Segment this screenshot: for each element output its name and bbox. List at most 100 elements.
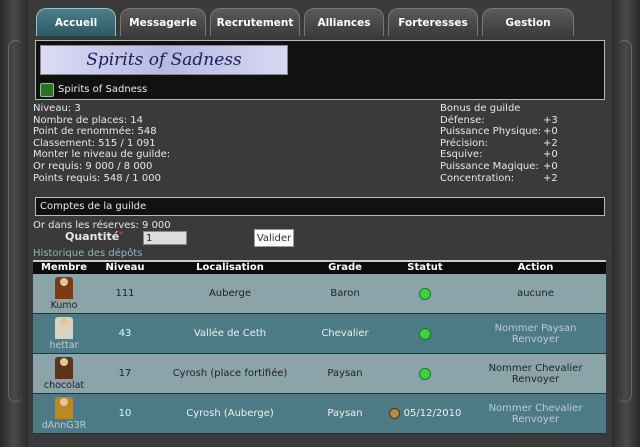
bonus-label: Esquive:: [440, 149, 483, 161]
bonus-row: Puissance Physique: +0: [440, 126, 560, 138]
bonus-value: +0: [543, 126, 558, 138]
member-name[interactable]: chocolat: [44, 380, 84, 391]
stat-points-required: Points requis: 548 / 1 000: [33, 172, 161, 184]
status-cell: [385, 314, 465, 353]
member-grade: Paysan: [327, 408, 363, 419]
bonus-value: +2: [543, 172, 558, 184]
col-member: Membre: [40, 262, 88, 273]
bonus-row: Puissance Magique: +0: [440, 161, 560, 173]
guild-bonus: Bonus de guilde Défense: +3 Puissance Phy…: [440, 103, 560, 184]
member-level: 10: [118, 408, 132, 419]
table-header: Membre Niveau Localisation Grade Statut …: [33, 260, 606, 274]
member-grade: Paysan: [327, 368, 363, 379]
member-location: Auberge: [208, 288, 252, 299]
promote-link[interactable]: Nommer Chevalier: [489, 403, 583, 414]
avatar[interactable]: [55, 276, 73, 299]
action-cell: Nommer Chevalier Renvoyer: [465, 394, 606, 433]
bonus-row: Esquive: +0: [440, 149, 560, 161]
guild-banner: Spirits of Sadness: [40, 45, 288, 75]
action-cell: Nommer Paysan Renvoyer: [465, 314, 606, 353]
action-cell: Nommer Chevalier Renvoyer: [465, 354, 606, 393]
member-grade: Baron: [330, 288, 360, 299]
action-cell: aucune: [465, 274, 606, 313]
col-status: Statut: [407, 262, 443, 273]
bonus-value: +3: [543, 114, 558, 126]
member-location: Cyrosh (place fortifiée): [172, 368, 288, 379]
bonus-row: Précision: +2: [440, 138, 560, 150]
stat-renown: Point de renommée: 548: [33, 126, 157, 138]
member-cell: chocolat: [33, 354, 95, 393]
required-mark: *: [119, 230, 124, 239]
stat-places: Nombre de places: 14: [33, 114, 143, 126]
guild-emblem-icon: [40, 83, 54, 97]
status-cell: [385, 354, 465, 393]
tab-forteresses[interactable]: Forteresses: [388, 8, 478, 36]
last-seen-date: 05/12/2010: [403, 408, 462, 419]
guild-name: Spirits of Sadness: [58, 84, 148, 95]
online-status-icon: [419, 327, 431, 340]
member-level: 111: [115, 288, 135, 299]
guild-stats: Niveau: 3 Nombre de places: 14 Point de …: [33, 103, 170, 184]
tab-accueil[interactable]: Accueil: [36, 8, 116, 36]
promote-link[interactable]: Nommer Paysan: [495, 323, 577, 334]
avatar[interactable]: [55, 316, 73, 339]
online-status-icon: [419, 287, 431, 300]
online-status-icon: [419, 367, 431, 380]
member-level: 17: [118, 368, 132, 379]
member-cell: Kumo: [33, 274, 95, 313]
action-none: aucune: [517, 288, 554, 299]
tab-gestion[interactable]: Gestion: [482, 8, 574, 36]
tab-recrutement[interactable]: Recrutement: [210, 8, 300, 36]
bonus-label: Puissance Physique:: [440, 126, 542, 138]
table-row: hettar 43 Vallée de Ceth Chevalier Nomme…: [33, 314, 606, 354]
bonus-value: +0: [543, 149, 558, 161]
frame-left-ornament: [0, 0, 28, 447]
bonus-label: Précision:: [440, 137, 488, 149]
quantity-label: Quantité*: [65, 230, 123, 243]
dismiss-link[interactable]: Renvoyer: [512, 414, 559, 425]
avatar[interactable]: [55, 396, 73, 419]
member-name[interactable]: Kumo: [51, 300, 78, 311]
validate-button[interactable]: Valider: [254, 229, 294, 247]
bonus-label: Puissance Magique:: [440, 160, 539, 172]
quantity-label-text: Quantité: [65, 230, 120, 243]
member-location: Vallée de Ceth: [193, 328, 267, 339]
stat-ranking: Classement: 515 / 1 091: [33, 137, 156, 149]
bonus-title: Bonus de guilde: [440, 103, 521, 114]
quantity-input[interactable]: [143, 231, 187, 245]
avatar[interactable]: [55, 356, 73, 379]
member-cell: hettar: [33, 314, 95, 353]
tab-alliances[interactable]: Alliances: [304, 8, 384, 36]
members-table: Membre Niveau Localisation Grade Statut …: [33, 260, 606, 434]
content-panel: Spirits of Sadness Spirits of Sadness Ni…: [32, 36, 608, 447]
col-action: Action: [517, 262, 554, 273]
member-name[interactable]: hettar: [49, 340, 78, 351]
frame-right-ornament: [612, 0, 640, 447]
tab-messagerie[interactable]: Messagerie: [120, 8, 206, 36]
guild-header: Spirits of Sadness Spirits of Sadness: [35, 40, 605, 100]
col-grade: Grade: [328, 262, 362, 273]
status-cell: [385, 274, 465, 313]
member-name[interactable]: dAnnG3R: [42, 420, 87, 431]
bonus-label: Défense:: [440, 114, 485, 126]
bonus-label: Concentration:: [440, 172, 515, 184]
bonus-row: Concentration: +2: [440, 173, 560, 185]
bonus-row: Défense: +3: [440, 115, 560, 127]
dismiss-link[interactable]: Renvoyer: [512, 334, 559, 345]
stat-gold-required: Or requis: 9 000 / 8 000: [33, 160, 153, 172]
stat-level: Niveau: 3: [33, 103, 81, 114]
last-seen-clock-icon: [388, 408, 400, 419]
dismiss-link[interactable]: Renvoyer: [512, 374, 559, 385]
main-tabs: Accueil Messagerie Recrutement Alliances…: [36, 6, 606, 36]
member-level: 43: [118, 328, 132, 339]
bonus-value: +0: [543, 160, 558, 172]
col-location: Localisation: [196, 262, 264, 273]
stat-level-up: Monter le niveau de guilde:: [33, 149, 171, 161]
member-grade: Chevalier: [321, 328, 369, 339]
col-level: Niveau: [105, 262, 145, 273]
table-row: dAnnG3R 10 Cyrosh (Auberge) Paysan 05/12…: [33, 394, 606, 434]
accounts-section-title: Comptes de la guilde: [35, 197, 605, 216]
table-row: Kumo 111 Auberge Baron aucune: [33, 274, 606, 314]
deposit-history-link[interactable]: Historique des dépôts: [33, 248, 142, 259]
promote-link[interactable]: Nommer Chevalier: [489, 363, 583, 374]
